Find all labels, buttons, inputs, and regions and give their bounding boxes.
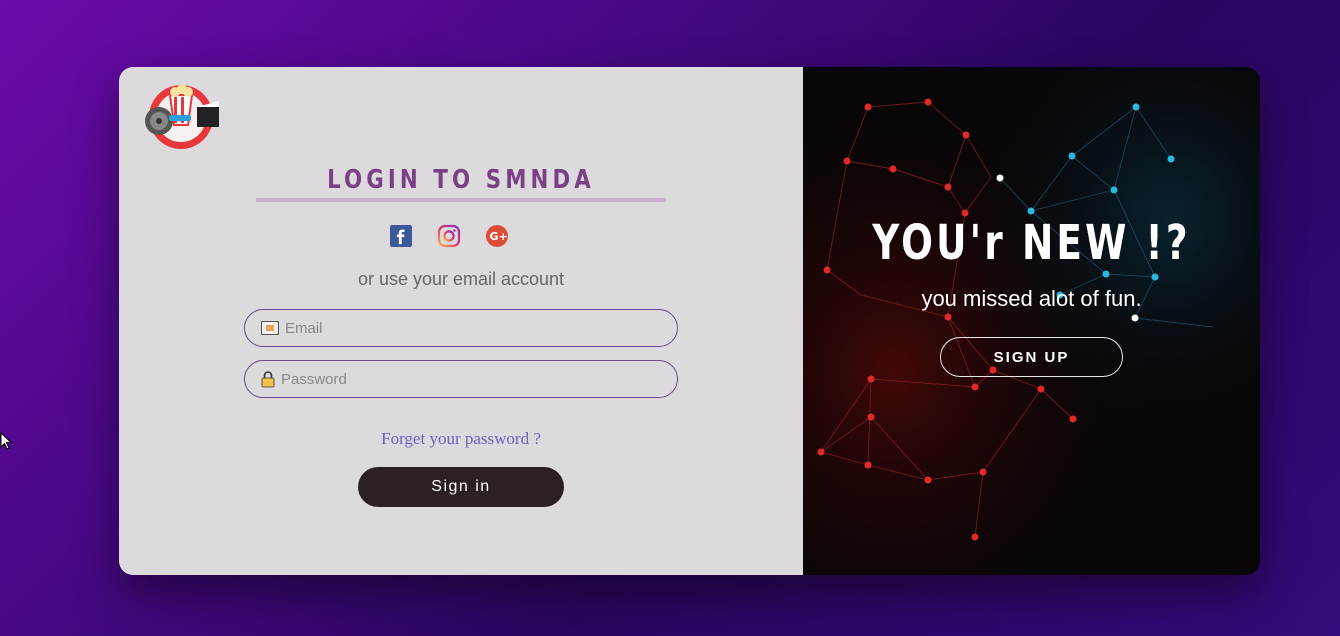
page-title: LOGIN TO SMNDA xyxy=(327,165,595,195)
svg-text:G+: G+ xyxy=(490,230,508,243)
promo-title: YOU'r NEW !? xyxy=(872,215,1191,271)
instagram-icon[interactable] xyxy=(437,224,461,248)
signup-panel: YOU'r NEW !? you missed alot of fun. SIG… xyxy=(803,67,1260,575)
google-plus-icon[interactable]: G+ xyxy=(485,224,509,248)
facebook-icon[interactable] xyxy=(389,224,413,248)
email-option-text: or use your email account xyxy=(357,269,565,289)
lock-icon xyxy=(261,370,275,387)
cinema-logo-icon xyxy=(145,84,219,149)
email-input[interactable] xyxy=(279,319,665,337)
sign-in-button[interactable]: Sign in xyxy=(358,467,564,507)
sign-up-button[interactable]: SIGN UP xyxy=(940,337,1123,377)
social-login-row: G+ xyxy=(389,224,509,248)
forgot-password-link[interactable]: Forget your password ? xyxy=(119,429,803,449)
login-panel: LOGIN TO SMNDA G+ or use your email acco… xyxy=(119,67,803,575)
promo-subtitle: you missed alot of fun. xyxy=(921,286,1142,311)
email-card-icon xyxy=(261,321,279,335)
auth-card: LOGIN TO SMNDA G+ or use your email acco… xyxy=(119,67,1260,575)
network-background-image xyxy=(803,67,1260,575)
password-field xyxy=(244,360,678,398)
email-field xyxy=(244,309,678,347)
password-input[interactable] xyxy=(275,370,661,388)
mouse-cursor-icon xyxy=(0,432,13,450)
title-underline xyxy=(256,198,666,202)
